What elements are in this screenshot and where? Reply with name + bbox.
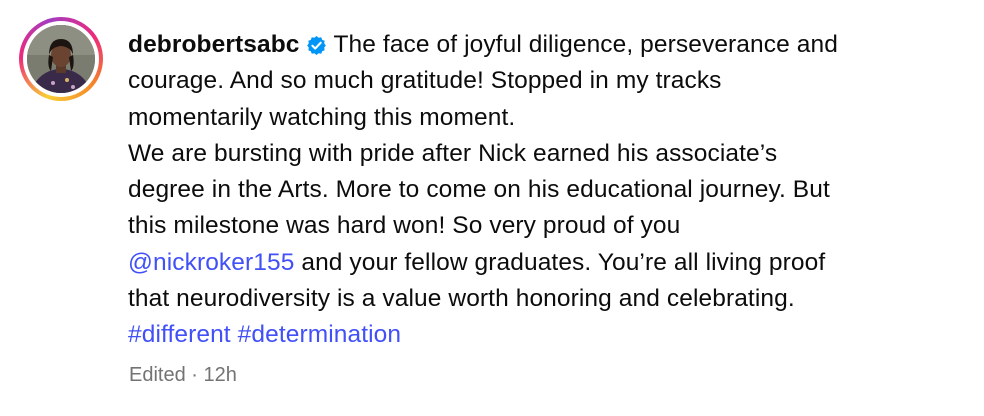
caption-line-1: debrobertsabc The face of joyful diligenc… <box>128 27 968 63</box>
caption-line-7: @nickroker155 and your fellow graduates.… <box>128 245 968 281</box>
caption-segment: and your fellow graduates. You’re all li… <box>294 248 826 276</box>
caption-line-6: this milestone was hard won! So very pro… <box>128 212 681 240</box>
caption-comment: debrobertsabc The face of joyful diligenc… <box>0 0 984 416</box>
mention-link[interactable]: @nickroker155 <box>128 249 294 276</box>
caption-segment: The face of joyful diligence, perseveran… <box>333 31 838 58</box>
avatar-ring-gap <box>23 21 99 97</box>
caption-line-8: that neurodiversity is a value worth hon… <box>128 285 795 313</box>
caption-line-5: degree in the Arts. More to come on his … <box>128 176 830 204</box>
caption-line-2: courage. And so much gratitude! Stopped … <box>128 67 722 95</box>
edited-label: Edited <box>129 364 186 386</box>
meta-separator: · <box>185 364 204 386</box>
username-link[interactable]: debrobertsabc <box>128 31 299 58</box>
avatar-story-ring[interactable] <box>19 17 103 101</box>
hashtag-link[interactable]: #determination <box>238 321 401 348</box>
caption-line-3: momentarily watching this moment. <box>128 103 516 131</box>
caption-line-9: #different #determination <box>128 317 968 353</box>
timestamp[interactable]: 12h <box>204 364 237 386</box>
hashtag-link[interactable]: #different <box>128 321 231 348</box>
avatar[interactable] <box>27 25 95 93</box>
caption-line-4: We are bursting with pride after Nick ea… <box>128 139 778 167</box>
comment-meta: Edited · 12h <box>129 364 237 387</box>
avatar-photo <box>27 25 95 93</box>
caption-text: debrobertsabc The face of joyful diligenc… <box>128 27 968 354</box>
verified-badge-icon <box>307 36 327 55</box>
